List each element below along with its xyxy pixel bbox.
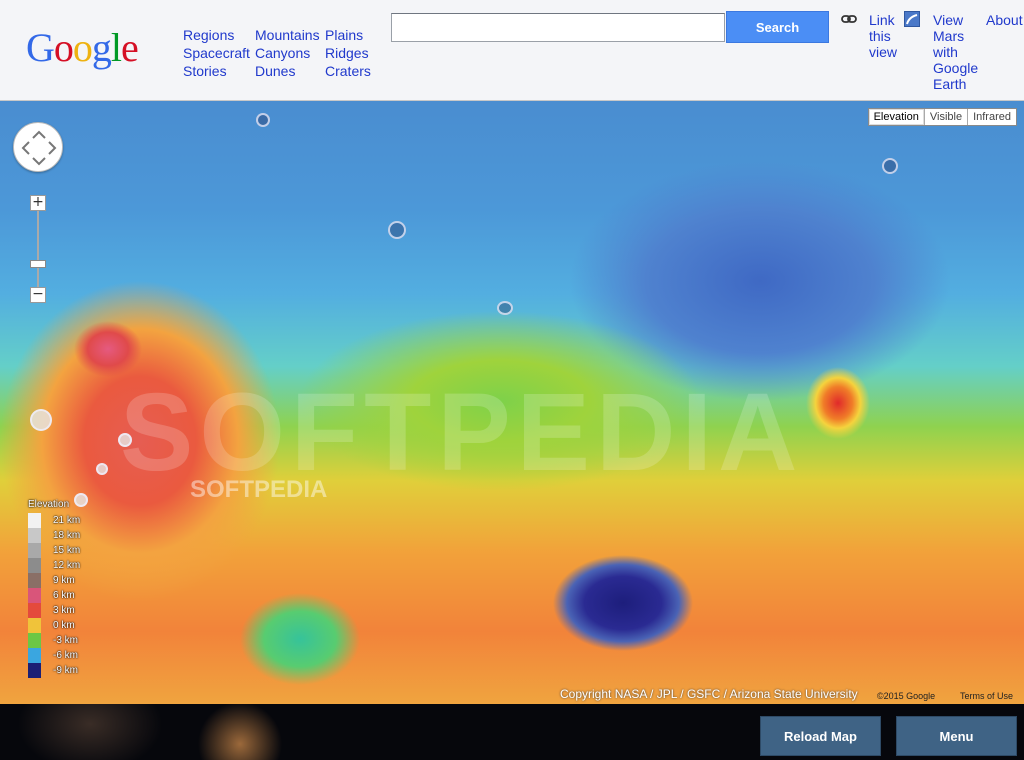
nav-column-3: Plains Ridges Craters	[325, 26, 371, 80]
crater	[497, 301, 513, 315]
pan-control[interactable]	[13, 122, 63, 172]
menu-button[interactable]: Menu	[896, 716, 1017, 756]
nav-link-spacecraft[interactable]: Spacecraft	[183, 44, 250, 62]
logo-letter: G	[26, 25, 55, 70]
top-bar: Google Regions Spacecraft Stories Mounta…	[0, 0, 1024, 101]
legend-title: Elevation	[28, 499, 70, 510]
legend-label: 6 km	[53, 590, 75, 601]
legend-swatch	[28, 603, 41, 618]
nav-link-plains[interactable]: Plains	[325, 26, 371, 44]
legend-label: -9 km	[53, 665, 78, 676]
zoom-slider-handle[interactable]	[30, 260, 46, 268]
legend-swatch	[28, 648, 41, 663]
legend-swatch	[28, 543, 41, 558]
terms-of-use-link[interactable]: Terms of Use	[960, 691, 1013, 701]
legend-label: -6 km	[53, 650, 78, 661]
legend-entry: -6 km	[28, 648, 80, 663]
legend-label: 12 km	[53, 560, 81, 571]
search-input[interactable]	[391, 13, 725, 42]
legend-swatch	[28, 573, 41, 588]
map-type-infrared[interactable]: Infrared	[967, 109, 1016, 125]
legend-entry: -9 km	[28, 663, 80, 678]
map-type-elevation[interactable]: Elevation	[869, 109, 924, 125]
elevation-legend: Elevation 21 km 18 km 15 km 12 km 9 km 6 km 3 …	[28, 499, 80, 678]
logo-letter: o	[72, 25, 93, 70]
nav-link-mountains[interactable]: Mountains	[255, 26, 320, 44]
reload-map-button[interactable]: Reload Map	[760, 716, 881, 756]
legend-label: 9 km	[53, 575, 75, 586]
pan-arrows-icon	[21, 130, 57, 166]
footer-bar: Reload Map Menu	[0, 704, 1024, 760]
volcano	[30, 409, 52, 431]
legend-entry: 12 km	[28, 558, 80, 573]
legend-label: 3 km	[53, 605, 75, 616]
logo-letter: o	[53, 25, 74, 70]
legend-entry: 21 km	[28, 513, 80, 528]
link-this-view[interactable]: Link this view	[869, 12, 899, 60]
google-earth-icon[interactable]	[904, 11, 920, 27]
zoom-track[interactable]	[37, 201, 39, 294]
nav-link-ridges[interactable]: Ridges	[325, 44, 371, 62]
zoom-in-button[interactable]: +	[30, 195, 46, 211]
nav-link-regions[interactable]: Regions	[183, 26, 250, 44]
legend-label: 18 km	[53, 530, 81, 541]
nav-column-1: Regions Spacecraft Stories	[183, 26, 250, 80]
legend-entry: 18 km	[28, 528, 80, 543]
nav-link-stories[interactable]: Stories	[183, 62, 250, 80]
google-logo[interactable]: Google	[26, 25, 139, 70]
logo-letter: e	[121, 25, 139, 70]
legend-swatch	[28, 633, 41, 648]
legend-entry: 3 km	[28, 603, 80, 618]
nav-column-2: Mountains Canyons Dunes	[255, 26, 320, 80]
map-type-selector: Elevation Visible Infrared	[867, 108, 1017, 126]
view-mars-google-earth-link[interactable]: View Mars with Google Earth	[933, 12, 981, 92]
google-copyright: ©2015 Google	[877, 691, 936, 701]
legend-swatch	[28, 513, 41, 528]
legend-swatch	[28, 663, 41, 678]
search-button[interactable]: Search	[726, 11, 829, 43]
volcano	[96, 463, 108, 475]
legend-swatch	[28, 528, 41, 543]
zoom-out-button[interactable]: −	[30, 287, 46, 303]
about-link[interactable]: About	[986, 12, 1023, 28]
crater	[388, 221, 406, 239]
crater	[256, 113, 270, 127]
legend-entry: 0 km	[28, 618, 80, 633]
legend-swatch	[28, 618, 41, 633]
legend-entry: 6 km	[28, 588, 80, 603]
map-type-visible[interactable]: Visible	[923, 109, 967, 125]
logo-letter: l	[110, 25, 122, 70]
imagery-copyright: Copyright NASA / JPL / GSFC / Arizona St…	[560, 687, 858, 701]
legend-swatch	[28, 558, 41, 573]
legend-swatch	[28, 588, 41, 603]
nav-link-dunes[interactable]: Dunes	[255, 62, 320, 80]
legend-entry: 15 km	[28, 543, 80, 558]
crater	[882, 158, 898, 174]
legend-label: 0 km	[53, 620, 75, 631]
nav-link-craters[interactable]: Craters	[325, 62, 371, 80]
mars-map[interactable]: SOFTPEDIA SOFTPEDIA Elevation Visible In…	[0, 101, 1024, 704]
nav-link-canyons[interactable]: Canyons	[255, 44, 320, 62]
chain-link-icon[interactable]	[841, 13, 857, 25]
legend-label: -3 km	[53, 635, 78, 646]
legend-entry: -3 km	[28, 633, 80, 648]
legend-entry: 9 km	[28, 573, 80, 588]
legend-label: 21 km	[53, 515, 81, 526]
legend-label: 15 km	[53, 545, 81, 556]
logo-letter: g	[91, 25, 112, 70]
watermark-small: SOFTPEDIA	[190, 476, 328, 503]
